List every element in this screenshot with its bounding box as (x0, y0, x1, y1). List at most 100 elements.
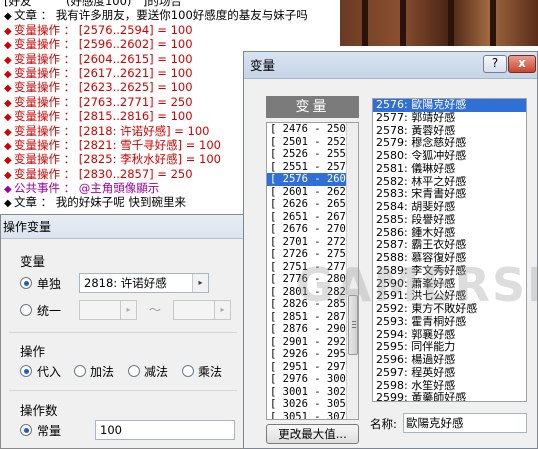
variable-list-item[interactable]: 2597: 程英好感 (373, 367, 526, 380)
op-assign-radio[interactable] (20, 365, 32, 377)
range-list-item[interactable]: [ 2576 - 2600 (267, 173, 347, 186)
event-line-text: 变量操作 ： [2604..2615] = 100 (14, 51, 193, 66)
single-label: 单独 (37, 277, 62, 291)
const-value-input[interactable]: 100 (95, 420, 235, 440)
range-list-item[interactable]: [ 2776 - 2800 (267, 273, 347, 286)
diamond-bullet-icon: ◆ (4, 169, 12, 181)
range-list-item[interactable]: [ 2901 - 2925 (267, 336, 347, 349)
range-list-item[interactable]: [ 2801 - 2825 (267, 286, 347, 299)
name-label: 名称: (370, 417, 397, 431)
op-assign-label: 代入 (37, 365, 62, 379)
scrollbar-thumb[interactable] (348, 295, 358, 355)
variable-list-item[interactable]: 2591: 洪七公好感 (373, 290, 526, 303)
variable-list-item[interactable]: 2576: 歐陽克好感 (373, 99, 526, 112)
variable-list-item[interactable]: 2579: 穆念慈好感 (373, 137, 526, 150)
range-list-item[interactable]: [ 2951 - 2975 (267, 361, 347, 374)
range-list-item[interactable]: [ 2876 - 2900 (267, 323, 347, 336)
variable-list-item[interactable]: 2578: 黃蓉好感 (373, 125, 526, 138)
variable-list-item[interactable]: 2599: 黃藥師好感 (373, 392, 526, 401)
range-list-item[interactable]: [ 2626 - 2650 (267, 198, 347, 211)
diamond-bullet-icon: ◆ (4, 40, 12, 52)
single-variable-selector[interactable]: 2818: 许诺好感 ▸ (79, 273, 209, 293)
event-line-text: 变量操作 ： [2617..2621] = 100 (14, 65, 193, 80)
op-add-label: 加法 (90, 365, 115, 379)
range-list-item[interactable]: [ 2601 - 2625 (267, 186, 347, 199)
diamond-bullet-icon: ◆ (4, 112, 12, 124)
variable-list-item[interactable]: 2598: 水笙好感 (373, 380, 526, 393)
diamond-bullet-icon: ◆ (4, 198, 12, 210)
game-map-artwork (340, 0, 538, 46)
edit-max-button[interactable]: 更改最大值... (266, 424, 359, 444)
range-list-item[interactable]: [ 2551 - 2575 (267, 161, 347, 174)
variable-list-item[interactable]: 2593: 霍青桐好感 (373, 316, 526, 329)
variable-list-item[interactable]: 2594: 郭襄好感 (373, 329, 526, 342)
event-line-text: 变量操作 ： [2815..2816] = 100 (14, 109, 193, 124)
variable-name-list[interactable]: 2576: 歐陽克好感 2577: 郭靖好感 2578: 黃蓉好感 2579: 穆念慈… (372, 98, 527, 402)
diamond-bullet-icon: ◆ (4, 184, 12, 196)
single-variable-value: 2818: 许诺好感 (84, 276, 167, 290)
op-mul-radio[interactable] (182, 365, 194, 377)
variable-list-item[interactable]: 2588: 慕容復好感 (373, 252, 526, 265)
range-list-item[interactable]: [ 2851 - 2875 (267, 311, 347, 324)
variable-group-label: 变量 (20, 254, 46, 269)
variable-list-item[interactable]: 2580: 令狐冲好感 (373, 150, 526, 163)
variable-list-item[interactable]: 2595: 同伴能力 (373, 341, 526, 354)
range-list-item[interactable]: [ 2651 - 2675 (267, 211, 347, 224)
range-list-item[interactable]: [ 2926 - 2950 (267, 348, 347, 361)
variable-list-item[interactable]: 2583: 宋青書好感 (373, 188, 526, 201)
event-line-text: 文章 ： 我有许多朋友，要送你100好感度的基友与妹子吗 (14, 8, 308, 23)
variable-list-item[interactable]: 2589: 李文秀好感 (373, 265, 526, 278)
range-list-item[interactable]: [ 2701 - 2725 (267, 236, 347, 249)
variable-list-item[interactable]: 2581: 儀琳好感 (373, 163, 526, 176)
const-radio[interactable] (20, 424, 32, 436)
single-radio[interactable] (20, 277, 32, 289)
variable-list-item[interactable]: 2596: 楊過好感 (373, 354, 526, 367)
range-list-item[interactable]: [ 2526 - 2550 (267, 148, 347, 161)
event-line-text: 变量操作 ： [2821: 雪千寻好感] = 100 (14, 137, 221, 152)
diamond-bullet-icon: ◆ (4, 126, 12, 138)
batch-start-selector[interactable]: ▸ (79, 300, 137, 320)
variable-name-input[interactable]: 歐陽克好感 (403, 413, 527, 433)
op-sub-label: 减法 (144, 365, 169, 379)
batch-radio[interactable] (20, 304, 32, 316)
diamond-bullet-icon: ◆ (4, 11, 12, 23)
range-list-item[interactable]: [ 2726 - 2750 (267, 248, 347, 261)
range-list-item[interactable]: [ 2826 - 2850 (267, 298, 347, 311)
variable-list-item[interactable]: 2592: 東方不敗好感 (373, 303, 526, 316)
event-line-text: 变量操作 ： [2623..2625] = 100 (14, 80, 193, 95)
range-list-item[interactable]: [ 2751 - 2775 (267, 261, 347, 274)
operation-group-label: 操作 (20, 344, 46, 359)
variable-list-item[interactable]: 2587: 霸王衣好感 (373, 239, 526, 252)
range-list-item[interactable]: [ 3051 - 3075 (267, 411, 347, 420)
event-line-text: 变量操作 ： [2576..2594] = 100 (14, 22, 193, 37)
range-scrollbar[interactable] (346, 123, 358, 419)
dialog-title: 操作变量 (1, 215, 243, 239)
range-list-item[interactable]: [ 2976 - 3000 (267, 373, 347, 386)
variable-range-list[interactable]: [ 2476 - 2500[ 2501 - 2525[ 2526 - 2550[… (266, 122, 359, 420)
batch-end-selector[interactable]: ▸ (173, 300, 231, 320)
variable-list-item[interactable]: 2577: 郭靖好感 (373, 112, 526, 125)
help-button[interactable]: ? (483, 55, 507, 73)
range-list-item[interactable]: [ 3001 - 3025 (267, 386, 347, 399)
divider (9, 390, 237, 391)
variable-list-item[interactable]: 2586: 鍾木好感 (373, 227, 526, 240)
range-list-item[interactable]: [ 3026 - 3050 (267, 398, 347, 411)
op-sub-radio[interactable] (128, 365, 140, 377)
divider (9, 332, 237, 333)
variable-list-item[interactable]: 2585: 段譽好感 (373, 214, 526, 227)
diamond-bullet-icon: ◆ (4, 83, 12, 95)
variable-list-item[interactable]: 2582: 林平之好感 (373, 176, 526, 189)
event-line-text: [好友 (好感度100) ]的场合 (4, 0, 182, 8)
event-line-text: 变量操作 ： [2596..2602] = 100 (14, 37, 193, 52)
range-list-item[interactable]: [ 2476 - 2500 (267, 123, 347, 136)
close-button[interactable]: x (508, 55, 536, 73)
variable-list-item[interactable]: 2590: 蕭峯好感 (373, 278, 526, 291)
range-list-item[interactable]: [ 2676 - 2700 (267, 223, 347, 236)
variable-list-item[interactable]: 2584: 胡斐好感 (373, 201, 526, 214)
event-line-text: 变量操作 ： [2830..2857] = 250 (14, 166, 193, 181)
range-list-item[interactable]: [ 2501 - 2525 (267, 136, 347, 149)
const-label: 常量 (37, 424, 62, 438)
op-add-radio[interactable] (74, 365, 86, 377)
event-line-text: 公共事件 ： @主角頭像顯示 (14, 181, 160, 196)
event-line-text: 变量操作 ： [2825: 李秋水好感] = 100 (14, 152, 221, 167)
